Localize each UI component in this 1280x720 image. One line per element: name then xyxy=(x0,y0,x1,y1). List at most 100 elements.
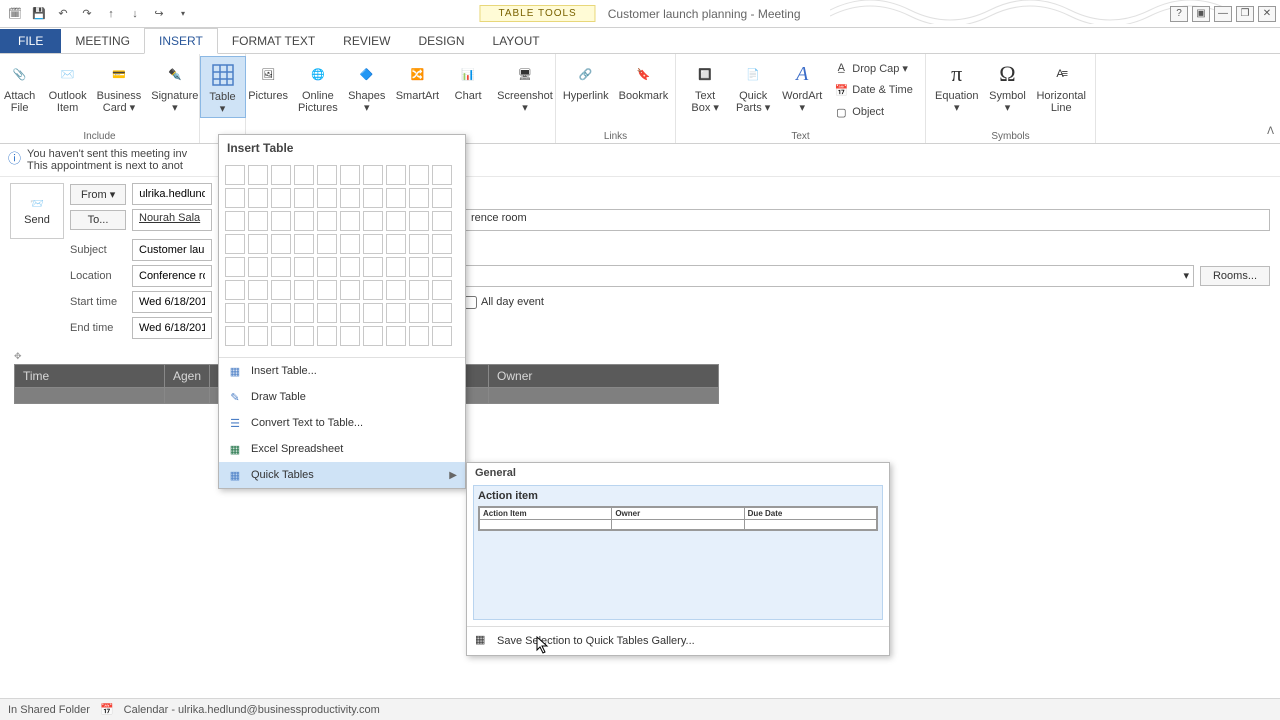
table-grid-cell[interactable] xyxy=(225,303,245,323)
object-button[interactable]: ▢Object xyxy=(834,102,913,122)
table-grid-cell[interactable] xyxy=(386,326,406,346)
table-grid-cell[interactable] xyxy=(340,211,360,231)
table-grid-cell[interactable] xyxy=(225,326,245,346)
business-card-button[interactable]: 💳Business Card ▾ xyxy=(93,56,146,116)
excel-spreadsheet-menu-item[interactable]: ▦Excel Spreadsheet xyxy=(219,436,465,462)
table-grid-cell[interactable] xyxy=(340,257,360,277)
send-button[interactable]: 📨 Send xyxy=(10,183,64,239)
all-day-checkbox[interactable]: All day event xyxy=(464,296,544,309)
table-grid-cell[interactable] xyxy=(340,303,360,323)
collapse-ribbon-button[interactable]: ᐱ xyxy=(1267,126,1274,137)
drop-cap-button[interactable]: A̲Drop Cap ▾ xyxy=(834,58,913,78)
table-grid-cell[interactable] xyxy=(271,326,291,346)
qat-up-icon[interactable]: ↑ xyxy=(102,5,120,23)
table-grid-cell[interactable] xyxy=(271,257,291,277)
save-selection-gallery-button[interactable]: ▦ Save Selection to Quick Tables Gallery… xyxy=(467,626,889,655)
rooms-button[interactable]: Rooms... xyxy=(1200,266,1270,286)
screenshot-button[interactable]: 🖥Screenshot ▾ xyxy=(493,56,557,116)
qat-forward-icon[interactable]: ↪ xyxy=(150,5,168,23)
table-grid-cell[interactable] xyxy=(317,303,337,323)
table-grid-cell[interactable] xyxy=(225,165,245,185)
table-grid-cell[interactable] xyxy=(386,165,406,185)
table-grid-cell[interactable] xyxy=(317,326,337,346)
table-grid-cell[interactable] xyxy=(225,211,245,231)
table-grid-cell[interactable] xyxy=(248,188,268,208)
text-box-button[interactable]: 🔲Text Box ▾ xyxy=(682,56,728,116)
to-field-extra[interactable]: rence room xyxy=(464,209,1270,231)
table-grid-cell[interactable] xyxy=(386,188,406,208)
online-pictures-button[interactable]: 🌐Online Pictures xyxy=(294,56,342,116)
table-grid-cell[interactable] xyxy=(294,234,314,254)
to-button[interactable]: To... xyxy=(70,210,126,230)
table-grid-cell[interactable] xyxy=(363,257,383,277)
to-field[interactable]: Nourah Sala xyxy=(132,209,212,231)
table-grid-cell[interactable] xyxy=(225,280,245,300)
ribbon-display-button[interactable]: ▣ xyxy=(1192,6,1210,22)
table-grid-cell[interactable] xyxy=(409,188,429,208)
table-grid-cell[interactable] xyxy=(432,165,452,185)
table-grid-cell[interactable] xyxy=(317,234,337,254)
table-grid-cell[interactable] xyxy=(248,326,268,346)
table-grid-cell[interactable] xyxy=(386,257,406,277)
tab-layout[interactable]: LAYOUT xyxy=(479,29,554,53)
table-grid-cell[interactable] xyxy=(409,211,429,231)
table-grid-cell[interactable] xyxy=(386,234,406,254)
table-grid-cell[interactable] xyxy=(340,326,360,346)
help-button[interactable]: ? xyxy=(1170,6,1188,22)
subject-field[interactable] xyxy=(132,239,212,261)
restore-button[interactable]: ❐ xyxy=(1236,6,1254,22)
table-grid-cell[interactable] xyxy=(363,165,383,185)
tab-insert[interactable]: INSERT xyxy=(144,28,218,54)
table-grid-cell[interactable] xyxy=(271,234,291,254)
table-grid-cell[interactable] xyxy=(271,211,291,231)
chart-button[interactable]: 📊Chart xyxy=(445,56,491,104)
table-grid-cell[interactable] xyxy=(294,303,314,323)
table-grid-cell[interactable] xyxy=(317,165,337,185)
table-grid-cell[interactable] xyxy=(340,188,360,208)
table-grid-cell[interactable] xyxy=(317,257,337,277)
symbol-button[interactable]: ΩSymbol ▾ xyxy=(984,56,1030,116)
convert-text-menu-item[interactable]: ☰Convert Text to Table... xyxy=(219,410,465,436)
table-grid-cell[interactable] xyxy=(432,257,452,277)
table-grid-cell[interactable] xyxy=(386,280,406,300)
close-button[interactable]: ✕ xyxy=(1258,6,1276,22)
table-grid-cell[interactable] xyxy=(340,165,360,185)
table-grid-cell[interactable] xyxy=(340,280,360,300)
table-grid-cell[interactable] xyxy=(363,188,383,208)
end-date-field[interactable] xyxy=(132,317,212,339)
qat-calendar-icon[interactable]: 🗓 xyxy=(6,5,24,23)
pictures-button[interactable]: 🖼Pictures xyxy=(244,56,292,104)
qat-down-icon[interactable]: ↓ xyxy=(126,5,144,23)
table-grid-cell[interactable] xyxy=(409,280,429,300)
bookmark-button[interactable]: 🔖Bookmark xyxy=(615,56,673,104)
table-grid-cell[interactable] xyxy=(294,188,314,208)
qat-redo-icon[interactable]: ↷ xyxy=(78,5,96,23)
table-grid-cell[interactable] xyxy=(294,280,314,300)
qat-more-icon[interactable]: ▾ xyxy=(174,5,192,23)
quick-table-action-item[interactable]: Action item Action Item Owner Due Date xyxy=(473,485,883,620)
table-grid-cell[interactable] xyxy=(340,234,360,254)
tab-file[interactable]: FILE xyxy=(0,29,61,53)
qat-undo-icon[interactable]: ↶ xyxy=(54,5,72,23)
table-grid-cell[interactable] xyxy=(248,165,268,185)
table-grid-cell[interactable] xyxy=(409,326,429,346)
outlook-item-button[interactable]: ✉️Outlook Item xyxy=(45,56,91,116)
date-time-button[interactable]: 📅Date & Time xyxy=(834,80,913,100)
hyperlink-button[interactable]: 🔗Hyperlink xyxy=(559,56,613,104)
table-grid-cell[interactable] xyxy=(248,257,268,277)
signature-button[interactable]: ✒️Signature ▾ xyxy=(147,56,202,116)
location-field[interactable] xyxy=(132,265,212,287)
message-body[interactable]: ✥ Time Agen Owner xyxy=(10,351,1270,404)
table-button[interactable]: Table ▾ xyxy=(200,56,246,118)
table-grid-cell[interactable] xyxy=(317,211,337,231)
horizontal-line-button[interactable]: A≡Horizontal Line xyxy=(1032,56,1090,116)
qat-save-icon[interactable]: 💾 xyxy=(30,5,48,23)
table-grid-cell[interactable] xyxy=(294,211,314,231)
draw-table-menu-item[interactable]: ✎Draw Table xyxy=(219,384,465,410)
table-grid-cell[interactable] xyxy=(386,303,406,323)
table-grid-cell[interactable] xyxy=(409,165,429,185)
table-grid-cell[interactable] xyxy=(363,326,383,346)
table-grid-cell[interactable] xyxy=(432,326,452,346)
shapes-button[interactable]: 🔷Shapes ▾ xyxy=(344,56,390,116)
table-grid-cell[interactable] xyxy=(248,303,268,323)
